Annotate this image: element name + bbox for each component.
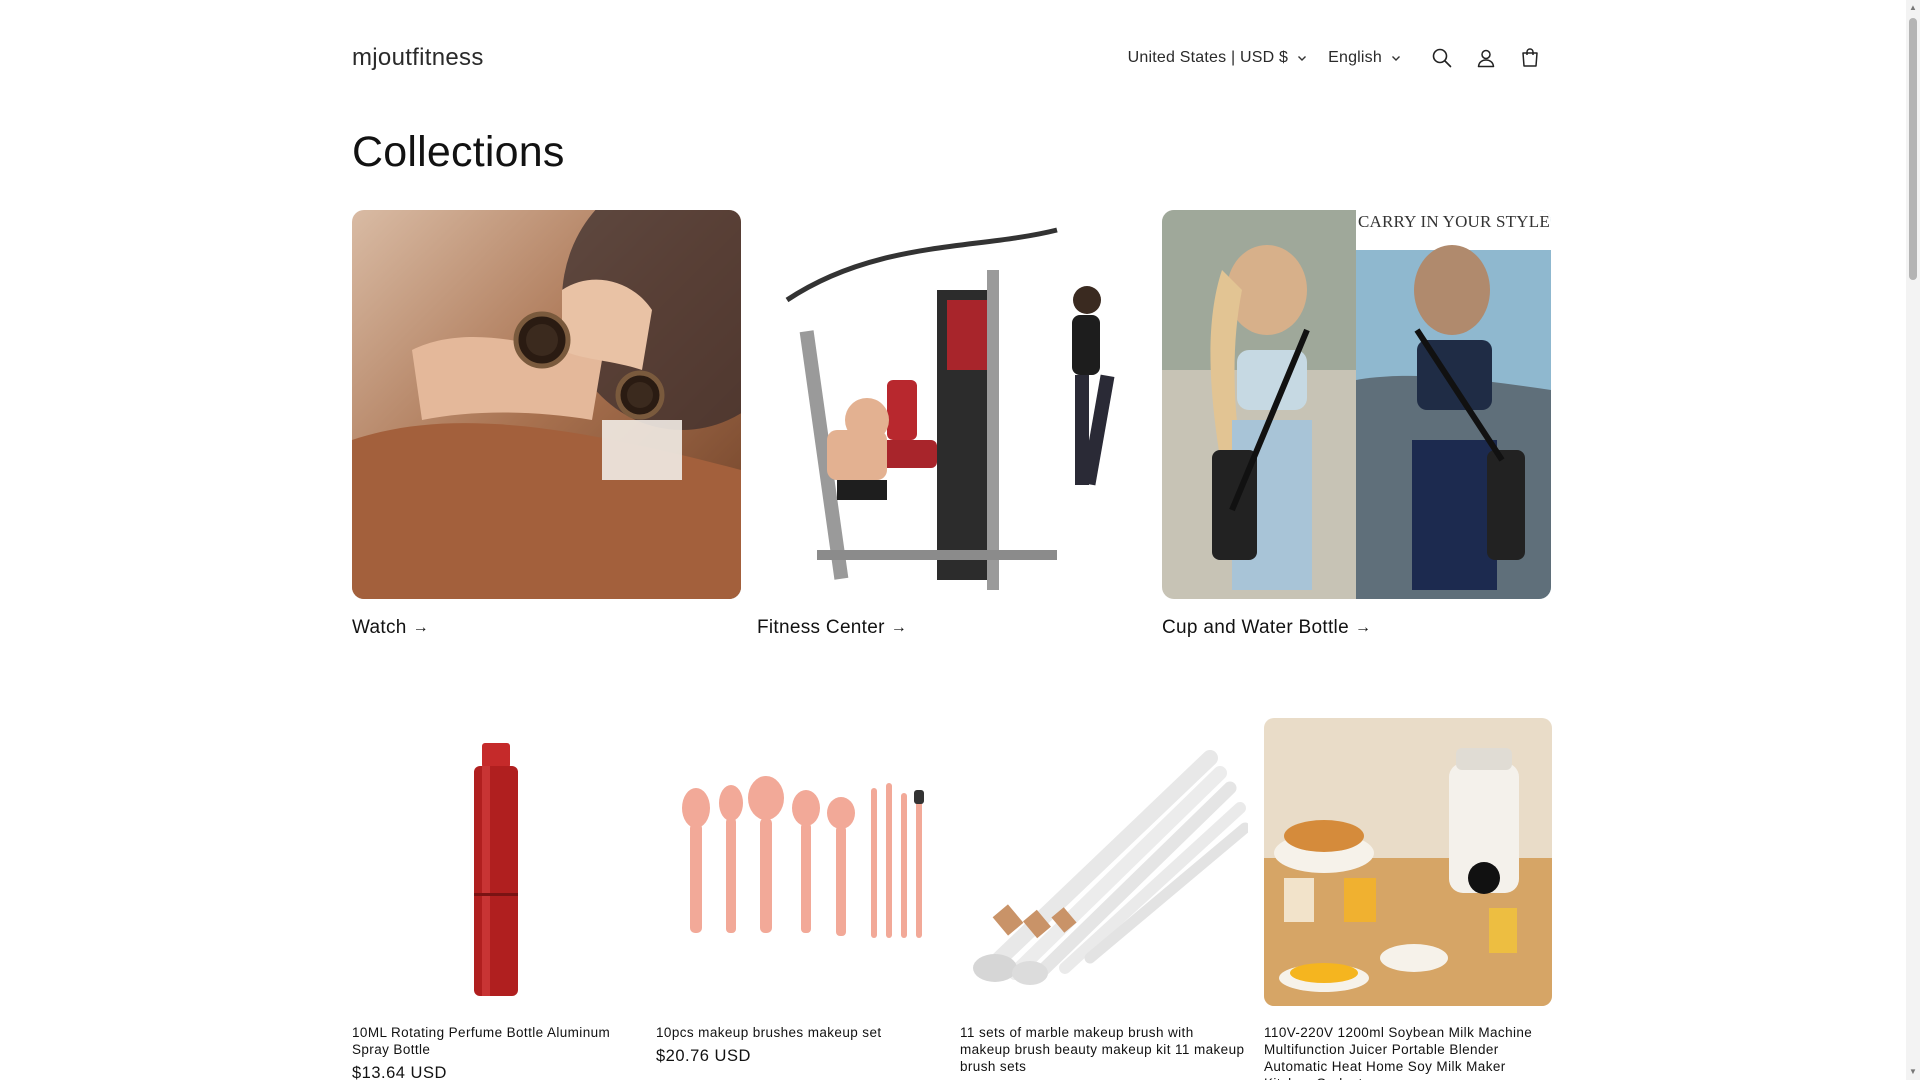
watch-photo [352,210,741,599]
product-price: $20.76 USD [656,1047,751,1065]
header-actions: United States | USD $ English [1128,36,1552,80]
site-header: mjoutfitness United States | USD $ Engli… [352,36,1552,80]
product-title[interactable]: 10pcs makeup brushes makeup set [656,1024,944,1041]
collection-image-cup-and-water-bottle: CARRY IN YOUR STYLE [1162,210,1551,599]
product-card[interactable]: 11 sets of marble makeup brush with make… [960,718,1248,1080]
language-selector[interactable]: English [1328,49,1402,67]
scroll-up-arrow-icon[interactable]: ▲ [1909,4,1917,12]
search-icon [1432,48,1452,68]
cart-icon [1522,48,1538,67]
product-card[interactable]: 110V-220V 1200ml Soybean Milk Machine Mu… [1264,718,1552,1080]
collection-link-cup-and-water-bottle[interactable]: Cup and Water Bottle → [1162,617,1551,639]
page-scrollbar[interactable]: ▲ ▼ [1906,0,1920,1080]
collection-card-watch[interactable]: Watch → [352,210,741,639]
product-price: $13.64 USD [352,1064,447,1080]
store-logo[interactable]: mjoutfitness [352,44,484,72]
product-card[interactable]: 10pcs makeup brushes makeup set $20.76 U… [656,718,944,1080]
pink-brushes-photo [656,718,944,1006]
product-card[interactable]: 10ML Rotating Perfume Bottle Aluminum Sp… [352,718,640,1080]
collection-card-fitness-center[interactable]: Fitness Center → [757,210,1146,639]
collection-image-overlay-text: CARRY IN YOUR STYLE [1358,212,1550,231]
account-button[interactable] [1464,36,1508,80]
scrollbar-thumb[interactable] [1909,18,1917,280]
collection-link-watch[interactable]: Watch → [352,617,741,639]
collection-link-fitness-center[interactable]: Fitness Center → [757,617,1146,639]
chevron-down-icon [1392,56,1400,61]
product-title[interactable]: 10ML Rotating Perfume Bottle Aluminum Sp… [352,1024,640,1058]
product-image-perfume-bottle [352,718,640,1006]
collection-title: Watch [352,617,407,638]
product-grid: 10ML Rotating Perfume Bottle Aluminum Sp… [352,718,1554,1080]
collection-card-cup-and-water-bottle[interactable]: CARRY IN YOUR STYLE Cup and Water Bottle… [1162,210,1551,639]
page-title: Collections [352,128,565,176]
scroll-down-arrow-icon[interactable]: ▼ [1909,1068,1917,1076]
marble-brushes-photo [960,718,1248,1006]
product-image-makeup-brushes [656,718,944,1006]
product-title[interactable]: 11 sets of marble makeup brush with make… [960,1024,1248,1075]
water-bottle-photo [1162,210,1551,599]
collection-image-watch [352,210,741,599]
product-title[interactable]: 110V-220V 1200ml Soybean Milk Machine Mu… [1264,1024,1552,1080]
language-selector-label: English [1328,49,1382,66]
collection-title: Fitness Center [757,617,885,638]
soy-milk-machine-photo [1264,718,1552,1006]
country-selector-label: United States | USD $ [1127,49,1289,66]
cart-button[interactable] [1508,36,1552,80]
collection-title: Cup and Water Bottle [1162,617,1349,638]
home-gym-photo [757,210,1146,599]
perfume-bottle-photo [352,718,640,1006]
arrow-right-icon: → [1354,619,1372,636]
arrow-right-icon: → [412,619,429,636]
collections-grid: Watch → Fitness Center → CARRY IN YOUR S… [352,210,1552,639]
collection-image-fitness-center [757,210,1146,599]
arrow-right-icon: → [890,619,908,636]
account-icon [1477,49,1495,68]
chevron-down-icon [1298,56,1307,61]
product-image-soy-milk-machine [1264,718,1552,1006]
country-selector[interactable]: United States | USD $ [1128,49,1308,67]
product-image-marble-brushes [960,718,1248,1006]
search-button[interactable] [1420,36,1464,80]
